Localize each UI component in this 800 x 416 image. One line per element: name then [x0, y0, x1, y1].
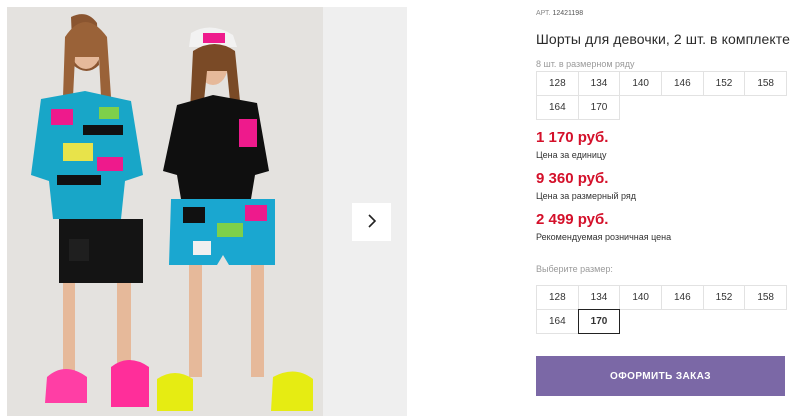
- size-option[interactable]: 128: [536, 285, 579, 310]
- unit-price-note: Цена за единицу: [536, 150, 607, 160]
- product-photo: [7, 7, 323, 416]
- row-price-note: Цена за размерный ряд: [536, 191, 637, 201]
- next-image-button[interactable]: [352, 203, 391, 241]
- chevron-right-icon: [366, 213, 378, 232]
- size-option[interactable]: 152: [702, 285, 746, 310]
- retail-price: 2 499 руб.: [536, 211, 609, 228]
- product-gallery: [7, 7, 407, 416]
- article-label: АРТ.: [536, 10, 551, 17]
- size-option[interactable]: 140: [619, 285, 662, 310]
- size-option[interactable]: 164: [536, 309, 579, 334]
- size-option-selected[interactable]: 170: [577, 309, 621, 334]
- choose-size-label: Выберите размер:: [536, 264, 613, 274]
- size-row-cell: 164: [536, 95, 579, 120]
- size-row-cell: 152: [702, 71, 746, 96]
- article-number: АРТ. 12421198: [536, 10, 583, 17]
- size-row-hint: 8 шт. в размерном ряду: [536, 59, 635, 69]
- size-row-cell: 158: [744, 71, 787, 96]
- size-row-cell: 128: [536, 71, 579, 96]
- place-order-button[interactable]: ОФОРМИТЬ ЗАКАЗ: [536, 356, 785, 396]
- size-option[interactable]: 134: [577, 285, 621, 310]
- size-row-cell: 140: [619, 71, 662, 96]
- size-selector: 128 134 140 146 152 158 164 170: [536, 285, 787, 334]
- row-price: 9 360 руб.: [536, 170, 609, 187]
- unit-price: 1 170 руб.: [536, 129, 609, 146]
- article-value: 12421198: [552, 10, 584, 17]
- retail-price-note: Рекомендуемая розничная цена: [536, 232, 672, 242]
- size-row-grid: 128 134 140 146 152 158 164 170: [536, 71, 787, 120]
- size-row-cell: 170: [577, 95, 621, 120]
- size-row-cell: 134: [577, 71, 621, 96]
- size-option[interactable]: 158: [744, 285, 787, 310]
- size-row-cell: 146: [661, 71, 704, 96]
- product-title: Шорты для девочки, 2 шт. в комплекте: [536, 31, 791, 47]
- size-option[interactable]: 146: [661, 285, 704, 310]
